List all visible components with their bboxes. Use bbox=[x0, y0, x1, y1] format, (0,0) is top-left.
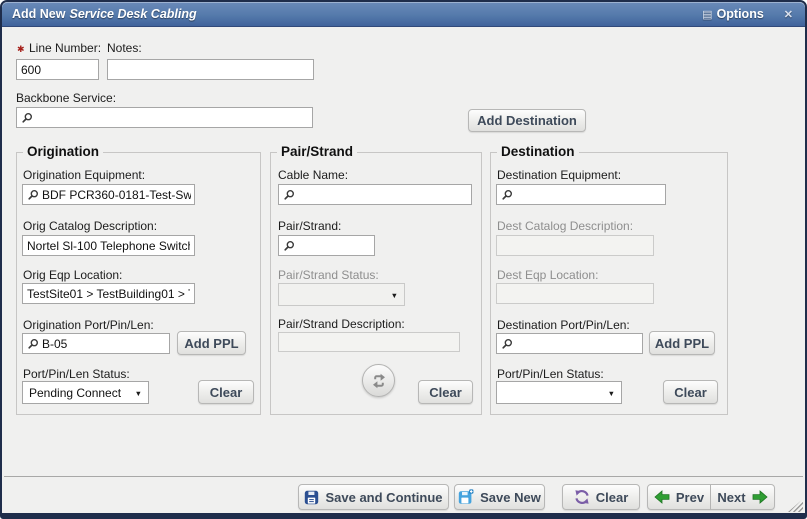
origination-ppl-input[interactable] bbox=[42, 337, 166, 351]
search-icon bbox=[21, 112, 33, 124]
orig-eqp-location-field bbox=[22, 283, 195, 304]
notes-field[interactable] bbox=[107, 59, 314, 80]
footer-clear-button[interactable]: Clear bbox=[562, 484, 640, 510]
origination-clear-button[interactable]: Clear bbox=[198, 380, 254, 404]
resize-handle[interactable] bbox=[788, 499, 803, 512]
origination-equipment-label: Origination Equipment: bbox=[23, 168, 145, 182]
dest-eqp-location-label: Dest Eqp Location: bbox=[497, 268, 598, 282]
search-icon bbox=[27, 338, 39, 350]
chevron-down-icon: ▼ bbox=[135, 389, 142, 398]
line-number-field[interactable] bbox=[16, 59, 99, 80]
save-and-continue-label: Save and Continue bbox=[325, 490, 442, 505]
pair-strand-clear-label: Clear bbox=[429, 385, 462, 400]
orig-catalog-description-label: Orig Catalog Description: bbox=[23, 219, 157, 233]
backbone-service-label: Backbone Service: bbox=[16, 91, 116, 105]
search-icon bbox=[501, 338, 513, 350]
backbone-service-input[interactable] bbox=[36, 111, 309, 125]
pair-strand-input[interactable] bbox=[298, 239, 371, 253]
origination-legend: Origination bbox=[23, 144, 103, 159]
destination-equipment-label: Destination Equipment: bbox=[497, 168, 621, 182]
destination-clear-label: Clear bbox=[674, 385, 707, 400]
dialog-title-record-type: Service Desk Cabling bbox=[69, 7, 196, 21]
destination-clear-button[interactable]: Clear bbox=[663, 380, 718, 404]
search-icon bbox=[501, 189, 513, 201]
dest-catalog-description-label: Dest Catalog Description: bbox=[497, 219, 633, 233]
close-icon[interactable]: ✕ bbox=[784, 8, 793, 21]
orig-eqp-location-label: Orig Eqp Location: bbox=[23, 268, 122, 282]
pair-strand-description-field bbox=[278, 332, 460, 352]
search-icon bbox=[27, 189, 39, 201]
pair-strand-clear-button[interactable]: Clear bbox=[418, 380, 473, 404]
chevron-down-icon: ▼ bbox=[391, 291, 398, 300]
orig-catalog-description-field bbox=[22, 235, 195, 256]
pair-strand-status-select: ▼ bbox=[278, 283, 405, 306]
options-button[interactable]: ▤ Options bbox=[702, 7, 764, 21]
prev-label: Prev bbox=[676, 490, 704, 505]
arrow-right-icon bbox=[752, 490, 768, 504]
dest-catalog-description-field bbox=[496, 235, 654, 256]
origination-add-ppl-button[interactable]: Add PPL bbox=[177, 331, 246, 355]
origination-clear-label: Clear bbox=[210, 385, 243, 400]
destination-ppl-status-select[interactable]: ▼ bbox=[496, 381, 622, 404]
origination-ppl-label: Origination Port/Pin/Len: bbox=[23, 318, 154, 332]
dest-eqp-location-field bbox=[496, 283, 654, 304]
save-and-continue-button[interactable]: Save and Continue bbox=[298, 484, 449, 510]
titlebar-actions: ▤ Options ✕ bbox=[702, 7, 805, 21]
search-icon bbox=[283, 189, 295, 201]
options-label: Options bbox=[717, 7, 764, 21]
pair-strand-description-label: Pair/Strand Description: bbox=[278, 317, 405, 331]
destination-equipment-field[interactable] bbox=[496, 184, 666, 205]
next-button[interactable]: Next bbox=[711, 484, 775, 510]
add-new-cabling-dialog: Add NewService Desk Cabling ▤ Options ✕ … bbox=[0, 0, 807, 519]
swap-refresh-icon bbox=[371, 373, 387, 389]
dialog-title-prefix: Add New bbox=[12, 7, 65, 21]
cable-name-label: Cable Name: bbox=[278, 168, 348, 182]
dialog-title: Add New Service Desk Cabling bbox=[2, 7, 197, 21]
arrow-left-icon bbox=[654, 490, 670, 504]
cable-name-input[interactable] bbox=[298, 188, 468, 202]
add-ppl-label: Add PPL bbox=[655, 336, 709, 351]
chevron-down-icon: ▼ bbox=[608, 389, 615, 398]
origination-ppl-status-value: Pending Connect bbox=[29, 386, 121, 400]
pair-strand-status-label: Pair/Strand Status: bbox=[278, 268, 379, 282]
pair-strand-label: Pair/Strand: bbox=[278, 219, 341, 233]
origination-ppl-status-label: Port/Pin/Len Status: bbox=[23, 367, 130, 381]
origination-ppl-status-select[interactable]: Pending Connect ▼ bbox=[22, 381, 149, 404]
search-icon bbox=[283, 240, 295, 252]
add-destination-button[interactable]: Add Destination bbox=[468, 109, 586, 132]
add-destination-label: Add Destination bbox=[477, 113, 577, 128]
destination-ppl-label: Destination Port/Pin/Len: bbox=[497, 318, 630, 332]
destination-ppl-field[interactable] bbox=[496, 333, 643, 354]
backbone-service-field[interactable] bbox=[16, 107, 313, 128]
swap-pair-button[interactable] bbox=[362, 364, 395, 397]
origination-equipment-field[interactable] bbox=[22, 184, 195, 205]
pair-strand-legend: Pair/Strand bbox=[277, 144, 357, 159]
destination-equipment-input[interactable] bbox=[516, 188, 662, 202]
origination-ppl-field[interactable] bbox=[22, 333, 170, 354]
destination-ppl-status-label: Port/Pin/Len Status: bbox=[497, 367, 604, 381]
destination-add-ppl-button[interactable]: Add PPL bbox=[649, 331, 715, 355]
notes-label: Notes: bbox=[107, 41, 142, 55]
next-label: Next bbox=[717, 490, 745, 505]
required-asterisk: ✱ bbox=[17, 44, 25, 55]
save-icon bbox=[304, 490, 319, 505]
add-ppl-label: Add PPL bbox=[184, 336, 238, 351]
destination-legend: Destination bbox=[497, 144, 579, 159]
options-grid-icon: ▤ bbox=[702, 8, 712, 21]
footer-separator bbox=[4, 476, 803, 477]
save-new-icon bbox=[458, 489, 474, 505]
pair-strand-field[interactable] bbox=[278, 235, 375, 256]
destination-ppl-input[interactable] bbox=[516, 337, 639, 351]
prev-button[interactable]: Prev bbox=[647, 484, 711, 510]
origination-equipment-input[interactable] bbox=[42, 188, 191, 202]
refresh-clear-icon bbox=[574, 489, 590, 505]
save-new-button[interactable]: Save New bbox=[454, 484, 545, 510]
footer-clear-label: Clear bbox=[596, 490, 629, 505]
title-bar: Add New Service Desk Cabling ▤ Options ✕ bbox=[2, 2, 805, 27]
line-number-label: Line Number: bbox=[29, 41, 101, 55]
cable-name-field[interactable] bbox=[278, 184, 472, 205]
save-new-label: Save New bbox=[480, 490, 541, 505]
